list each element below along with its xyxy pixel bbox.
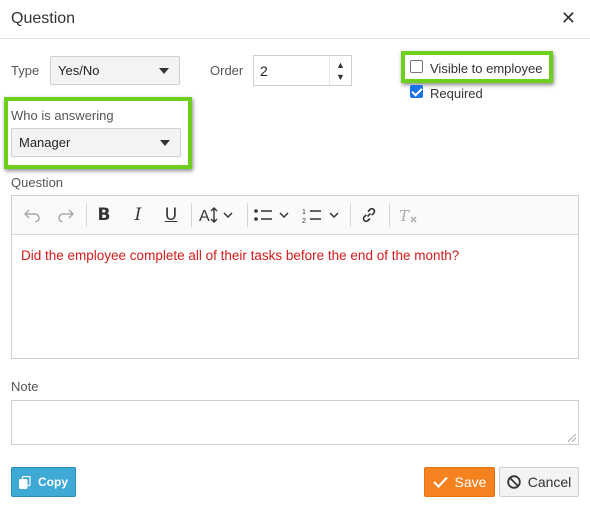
cancel-icon	[507, 475, 521, 489]
save-button[interactable]: Save	[424, 467, 495, 497]
remove-format-icon[interactable]: T	[396, 203, 422, 227]
order-stepper[interactable]: 2 ▲ ▼	[253, 55, 352, 86]
toolbar-divider	[191, 203, 192, 227]
copy-icon	[19, 475, 31, 489]
bulleted-list-icon[interactable]	[252, 203, 294, 227]
copy-button[interactable]: Copy	[11, 467, 76, 497]
type-label: Type	[11, 63, 40, 78]
svg-text:2: 2	[302, 218, 306, 224]
order-spinner: ▲ ▼	[329, 56, 351, 85]
dialog-title: Question	[11, 10, 76, 27]
save-button-label: Save	[454, 474, 487, 490]
close-icon[interactable]: ✕	[561, 8, 576, 28]
visible-to-employee-checkbox[interactable]	[410, 60, 423, 73]
chevron-down-icon	[160, 139, 170, 146]
note-label: Note	[11, 379, 39, 394]
toolbar-divider	[350, 203, 351, 227]
cancel-button-label: Cancel	[527, 474, 572, 490]
resize-grip-icon[interactable]	[568, 434, 576, 442]
type-select-value: Yes/No	[58, 63, 100, 78]
font-size-icon[interactable]: A	[197, 203, 239, 227]
editor-toolbar: B I U A 1 2 T	[12, 196, 578, 235]
type-select[interactable]: Yes/No	[50, 56, 180, 85]
stepper-down-icon[interactable]: ▼	[336, 71, 345, 83]
svg-text:T: T	[399, 207, 410, 223]
toolbar-divider	[86, 203, 87, 227]
link-icon[interactable]	[357, 203, 381, 227]
chevron-down-icon	[159, 67, 169, 74]
order-label: Order	[210, 63, 244, 78]
svg-text:A: A	[199, 208, 210, 224]
required-label: Required	[430, 86, 483, 101]
question-label: Question	[11, 175, 64, 190]
who-answering-select[interactable]: Manager	[11, 128, 181, 157]
stepper-up-icon[interactable]: ▲	[336, 59, 345, 71]
svg-text:1: 1	[302, 209, 306, 216]
undo-icon[interactable]	[20, 203, 44, 227]
visible-to-employee-label: Visible to employee	[430, 61, 543, 76]
note-textarea[interactable]	[11, 400, 579, 445]
dialog-header: Question	[0, 0, 590, 39]
question-text: Did the employee complete all of their t…	[21, 248, 460, 263]
order-value: 2	[260, 62, 268, 79]
question-editor[interactable]: B I U A 1 2 T Did the employee complete …	[11, 195, 579, 359]
bold-icon[interactable]: B	[92, 203, 116, 227]
italic-icon[interactable]: I	[126, 203, 150, 227]
toolbar-divider	[247, 203, 248, 227]
copy-button-label: Copy	[38, 475, 68, 489]
who-answering-label: Who is answering	[11, 108, 114, 123]
who-answering-value: Manager	[19, 135, 71, 150]
numbered-list-icon[interactable]: 1 2	[301, 203, 345, 227]
cancel-button[interactable]: Cancel	[499, 467, 579, 497]
checkmark-icon	[432, 476, 448, 488]
toolbar-divider	[389, 203, 390, 227]
redo-icon[interactable]	[53, 203, 77, 227]
required-checkbox[interactable]	[410, 85, 423, 98]
underline-icon[interactable]: U	[159, 203, 183, 227]
